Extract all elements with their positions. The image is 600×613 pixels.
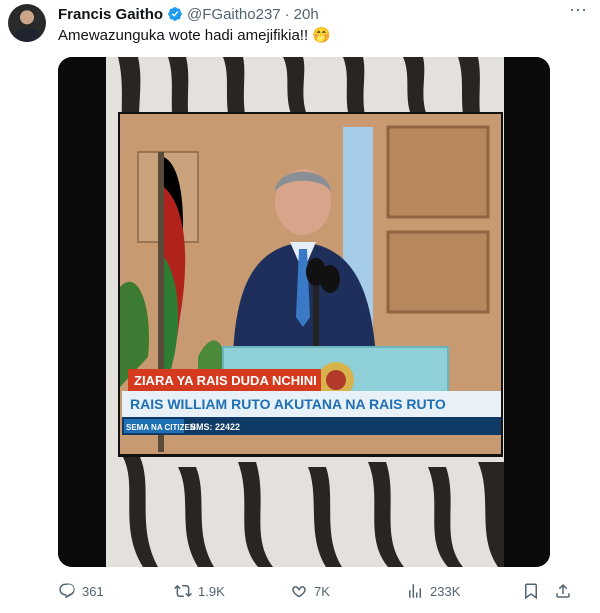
reply-button[interactable]: 361 [58, 580, 104, 602]
share-icon [556, 583, 570, 598]
bookmark-icon [525, 583, 537, 600]
avatar[interactable] [8, 4, 46, 42]
tweet-header: Francis Gaitho @FGaitho237 · 20h [58, 4, 319, 24]
tv-headline-text: RAIS WILLIAM RUTO AKUTANA NA RAIS RUTO [130, 396, 446, 412]
tv-footer-left: SEMA NA CITIZEN [126, 423, 196, 432]
tweet-actions: 361 1.9K 7K 233K [58, 580, 578, 602]
views-count: 233K [430, 583, 461, 599]
tv-footer-right: SMS: 22422 [190, 422, 240, 432]
like-button[interactable]: 7K [290, 580, 330, 602]
reply-icon [59, 583, 75, 599]
more-options-icon[interactable]: ··· [566, 0, 590, 22]
author-name[interactable]: Francis Gaitho [58, 6, 163, 23]
retweet-icon [174, 584, 192, 598]
author-handle[interactable]: @FGaitho237 [187, 6, 281, 23]
retweet-count: 1.9K [198, 583, 225, 599]
tweet-text: Amewazunguka wote hadi amejifikia!! 🤭 [58, 27, 331, 44]
bookmark-button[interactable] [522, 580, 540, 602]
share-button[interactable] [554, 580, 572, 602]
views-button[interactable]: 233K [406, 580, 460, 602]
verified-badge-icon [168, 7, 182, 21]
heart-icon [292, 586, 306, 598]
tv-banner-text: ZIARA YA RAIS DUDA NCHINI [134, 373, 317, 388]
views-chart-icon [409, 584, 421, 598]
retweet-button[interactable]: 1.9K [174, 580, 225, 602]
tweet-media-photo[interactable]: ZIARA YA RAIS DUDA NCHINI RAIS WILLIAM R… [58, 57, 550, 567]
timestamp[interactable]: 20h [294, 6, 319, 23]
reply-count: 361 [82, 583, 104, 599]
tv-photo: ZIARA YA RAIS DUDA NCHINI RAIS WILLIAM R… [58, 57, 550, 567]
like-count: 7K [314, 583, 330, 599]
separator: · [284, 5, 290, 23]
